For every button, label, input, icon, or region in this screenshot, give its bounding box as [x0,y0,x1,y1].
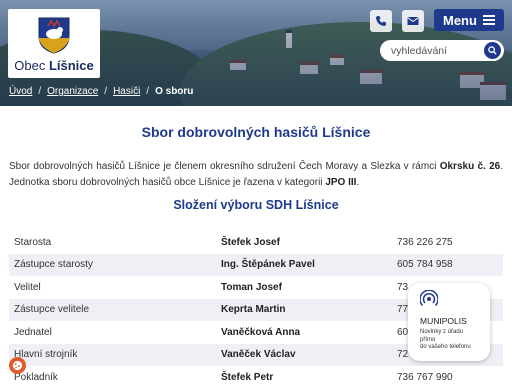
table-row: Zástupce starosty Ing. Štěpánek Pavel 60… [9,253,503,276]
phone-cell: 736 226 275 [397,236,453,248]
breadcrumb-link-hasici[interactable]: Hasiči [113,86,140,97]
name-cell: Štefek Petr [221,371,274,383]
phone-button[interactable] [370,10,392,32]
search-icon [488,46,497,55]
table-row: Starosta Štefek Josef 736 226 275 [9,231,503,254]
munipolis-desc-line: do vašeho telefonu [420,344,471,350]
name-cell: Vaněčková Anna [221,326,301,338]
breadcrumb: Úvod / Organizace / Hasiči / O sboru [9,86,193,97]
hamburger-icon [483,15,495,25]
municipality-prefix: Obec [14,58,46,73]
page-title: Sbor dobrovolných hasičů Líšnice [141,124,371,140]
breadcrumb-current: O sboru [155,86,194,97]
menu-label: Menu [443,12,477,28]
intro-text: Sbor dobrovolných hasičů Líšnice je člen… [9,161,440,172]
broadcast-icon [419,289,439,307]
mail-button[interactable] [402,10,424,32]
name-cell: Vaněček Václav [216,343,392,366]
role-cell: Hlavní strojník [9,343,216,366]
role-cell: Jednatel [14,326,52,338]
role-cell: Starosta [14,236,52,248]
committee-heading: Složení výboru SDH Líšnice [173,198,339,212]
cookie-settings-button[interactable] [9,357,26,374]
name-cell: Keprta Martin [216,298,392,321]
name-cell: Toman Josef [221,281,282,293]
intro-text: . [356,176,360,188]
search-box[interactable] [380,40,504,61]
phone-cell: 605 784 958 [392,253,503,276]
site-logo[interactable]: Obec Líšnice [8,9,100,78]
phone-cell: 736 767 990 [397,371,453,383]
intro-district: Okrsku č. 26 [439,161,501,172]
phone-icon [376,16,386,26]
intro-category: JPO III [325,176,357,188]
breadcrumb-separator: / [104,86,108,97]
name-cell: Štefek Josef [221,236,280,248]
breadcrumb-link-uvod[interactable]: Úvod [9,86,32,97]
menu-button[interactable]: Menu [434,9,504,31]
role-cell: Zástupce velitele [9,298,216,321]
mail-icon [407,17,419,25]
cookie-icon [12,360,23,371]
role-cell: Velitel [14,281,41,293]
breadcrumb-link-organizace[interactable]: Organizace [47,86,98,97]
munipolis-widget[interactable]: MUNIPOLIS Novinky z úřadu přímo do vašeh… [408,283,490,361]
role-cell: Pokladník [14,371,58,383]
coat-of-arms-icon [38,17,70,54]
search-button[interactable] [484,42,501,59]
intro-paragraph: Sbor dobrovolných hasičů Líšnice je člen… [9,159,503,190]
breadcrumb-separator: / [38,86,42,97]
munipolis-description: Novinky z úřadu přímo do vašeho telefonu [420,329,490,352]
munipolis-desc-line: Novinky z úřadu [420,329,464,335]
munipolis-name: MUNIPOLIS [420,316,467,326]
municipality-name-bold: Líšnice [48,58,94,73]
municipality-name: Obec Líšnice [14,58,94,73]
name-cell: Ing. Štěpánek Pavel [216,253,392,276]
munipolis-desc-line: přímo [420,336,436,343]
breadcrumb-separator: / [146,86,150,97]
search-input[interactable] [391,44,471,57]
role-cell: Zástupce starosty [9,253,216,276]
table-row: Pokladník Štefek Petr 736 767 990 [9,366,503,384]
